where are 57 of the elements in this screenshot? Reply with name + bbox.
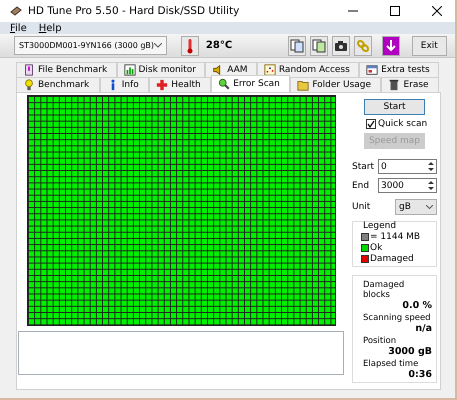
chevron-down-icon — [154, 43, 162, 48]
start-button[interactable]: Start — [364, 99, 425, 115]
tab[interactable]: Disk monitor — [116, 62, 206, 77]
tab[interactable]: Benchmark — [16, 77, 100, 92]
trash-bin-icon — [388, 79, 400, 91]
lightbulb-icon — [23, 79, 35, 91]
scatter-plot-icon — [264, 64, 276, 76]
tab[interactable]: Erase — [381, 77, 440, 92]
medical-cross-icon — [156, 79, 168, 91]
legend-title: Legend — [363, 221, 398, 231]
download-icon[interactable] — [382, 36, 400, 56]
window-title: HD Tune Pro 5.50 - Hard Disk/SSD Utility — [28, 5, 240, 17]
legend-label: Ok — [370, 243, 382, 253]
field-label: Unit — [352, 202, 370, 212]
tab[interactable]: Random Access — [256, 62, 360, 77]
spinner-arrows-icon[interactable] — [426, 179, 436, 192]
stat-label: Elapsed time — [363, 359, 420, 369]
field-label: Start — [352, 162, 375, 172]
document-icon — [23, 64, 35, 76]
magnifier-icon — [218, 78, 230, 90]
camera-icon[interactable] — [332, 36, 350, 56]
tab[interactable]: Info — [100, 77, 150, 92]
temperature: 28°C — [206, 40, 232, 52]
tab[interactable]: Folder Usage — [290, 77, 382, 92]
tab[interactable]: Extra tests — [359, 62, 440, 77]
menu-item[interactable]: File — [10, 22, 27, 34]
copy-icon[interactable] — [288, 36, 306, 56]
stat-value: 0.0 % — [402, 300, 432, 311]
copy-icon[interactable] — [310, 36, 328, 56]
stat-value: 3000 gB — [388, 346, 432, 357]
start-field[interactable]: 0 — [378, 159, 437, 174]
stat-value: 0:36 — [408, 369, 432, 380]
maximize-icon[interactable] — [390, 6, 400, 16]
stat-value: n/a — [415, 323, 432, 334]
legend-label: Damaged — [370, 254, 414, 264]
menu-item[interactable]: Help — [38, 22, 62, 34]
stat-label: Scanning speed — [363, 313, 432, 323]
close-icon[interactable] — [432, 6, 442, 16]
tab[interactable]: Health — [149, 77, 212, 92]
checkmark-icon — [367, 120, 375, 128]
quick-scan-checkbox[interactable]: Quick scan — [366, 119, 437, 129]
spinner-arrows-icon[interactable] — [426, 160, 436, 173]
stat-label: Damaged blocks — [363, 280, 406, 300]
app-icon — [10, 6, 22, 16]
tab[interactable]: Error Scan — [211, 75, 290, 92]
end-field[interactable]: 3000 — [378, 178, 437, 193]
bar-chart-icon — [124, 64, 136, 76]
thermometer-icon[interactable] — [181, 36, 199, 56]
unit-dropdown[interactable]: gB — [395, 199, 437, 215]
legend-label: = 1144 MB — [370, 232, 420, 242]
exit-button[interactable]: Exit — [412, 36, 448, 56]
tab[interactable]: File Benchmark — [16, 62, 116, 77]
field-label: End — [352, 180, 370, 190]
drive-dropdown[interactable]: ST3000DM001-9YN166 (3000 gB) — [14, 36, 168, 56]
stat-label: Position — [363, 336, 398, 346]
window-icon — [366, 64, 378, 76]
chevron-down-icon — [426, 205, 433, 209]
